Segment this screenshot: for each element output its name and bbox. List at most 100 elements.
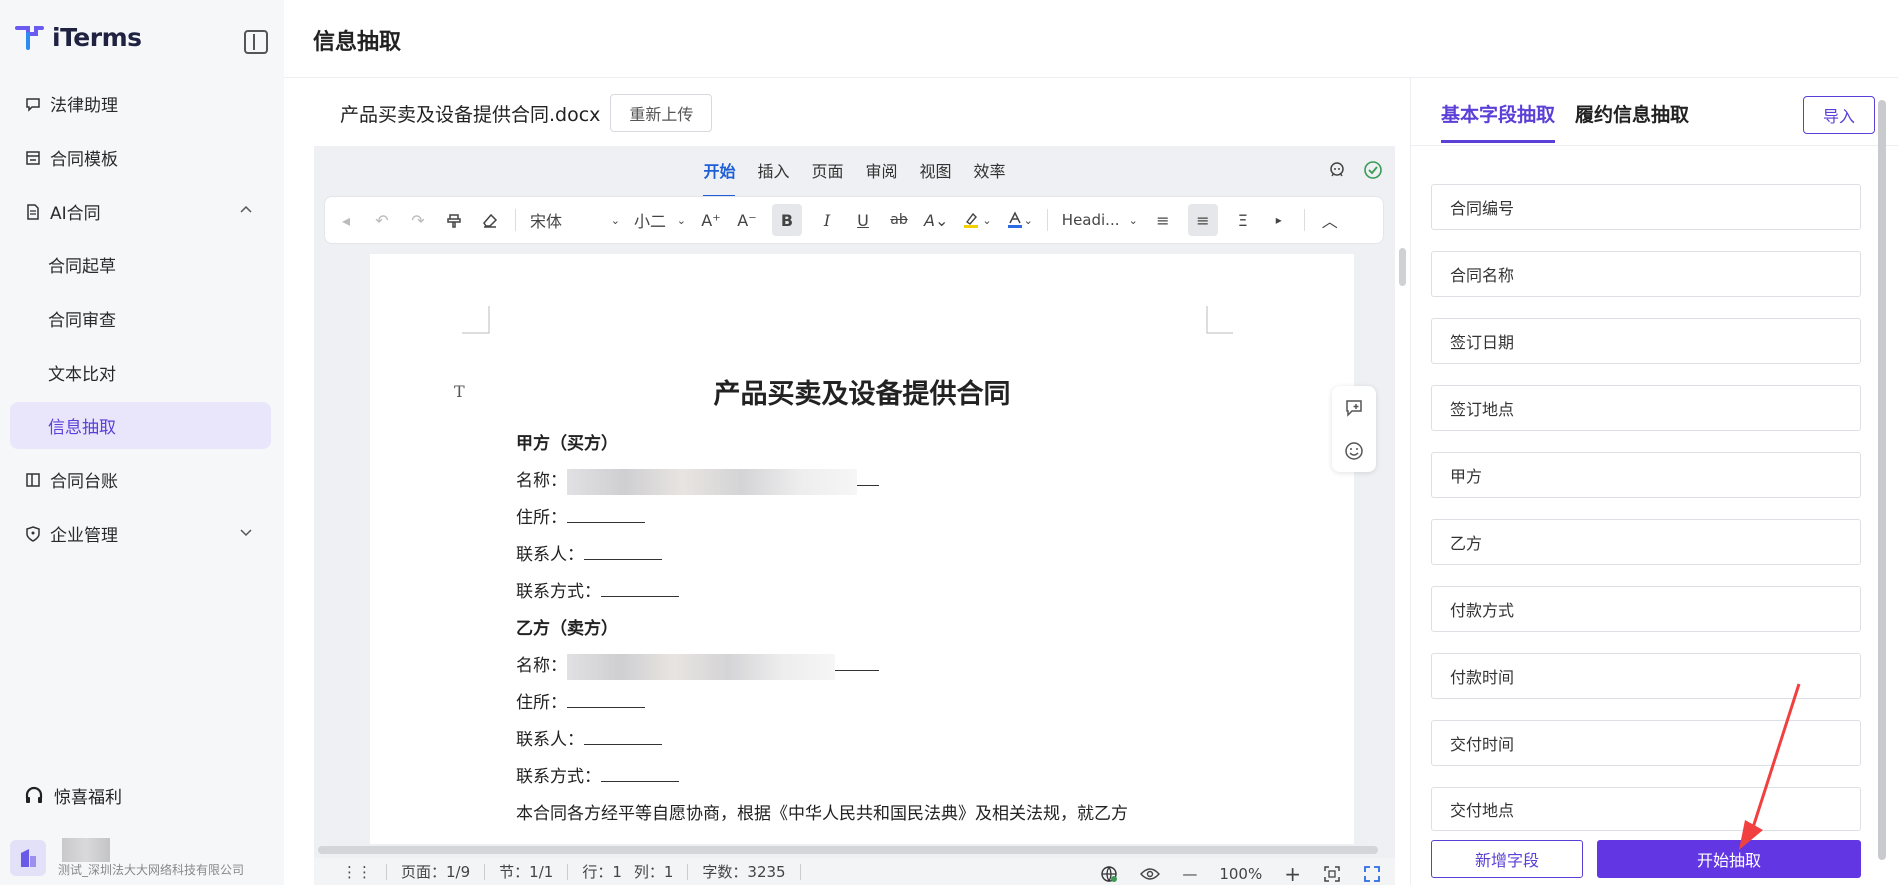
tab-view[interactable]: 视图 (920, 158, 952, 188)
field-party-b[interactable]: 乙方 (1431, 519, 1861, 565)
strikethrough-icon[interactable]: ab (888, 204, 910, 236)
field-payment-method[interactable]: 付款方式 (1431, 586, 1861, 632)
file-bar: 产品买卖及设备提供合同.docx 重新上传 (340, 94, 713, 132)
language-globe-icon[interactable] (1100, 865, 1118, 883)
undo-icon[interactable]: ↶ (371, 204, 393, 236)
toolbar-prev-icon[interactable]: ◂ (335, 204, 357, 236)
font-color-icon[interactable]: ⌄ (1006, 204, 1033, 236)
avatar[interactable] (10, 840, 46, 876)
font-size-select[interactable]: 小二 ⌄ (634, 204, 686, 236)
redo-icon[interactable]: ↷ (407, 204, 429, 236)
font-shrink-icon[interactable]: A⁻ (736, 204, 758, 236)
status-words: 字数：3235 (688, 863, 801, 880)
eye-icon[interactable] (1140, 867, 1161, 881)
tab-insert[interactable]: 插入 (757, 158, 789, 188)
party-b-heading: 乙方（卖方） (516, 619, 618, 639)
collapse-toolbar-icon[interactable]: ︿ (1319, 204, 1341, 236)
emoji-icon[interactable] (1344, 441, 1364, 461)
fit-page-icon[interactable] (1323, 865, 1341, 883)
sidebar-item-templates[interactable]: 合同模板 (10, 134, 271, 181)
blank-line (857, 472, 879, 486)
fullscreen-icon[interactable] (1363, 865, 1381, 883)
sidebar-item-ledger[interactable]: 合同台账 (10, 456, 271, 503)
status-page: 页面：1/9 (387, 863, 486, 880)
field-party-a[interactable]: 甲方 (1431, 452, 1861, 498)
tab-basic-fields[interactable]: 基本字段抽取 (1441, 100, 1556, 143)
page-title: 信息抽取 (313, 30, 402, 55)
align-center-icon[interactable]: ≡ (1187, 204, 1218, 236)
tab-performance-info[interactable]: 履约信息抽取 (1575, 100, 1689, 127)
status-row: 行：1 (582, 862, 622, 881)
add-field-button[interactable]: 新增字段 (1431, 840, 1583, 878)
sidebar-item-review[interactable]: 合同审查 (10, 295, 271, 342)
reupload-button[interactable]: 重新上传 (610, 94, 713, 132)
app-name: iTerms (52, 22, 142, 52)
template-icon (24, 149, 42, 167)
toolbar-more-icon[interactable]: ▸ (1268, 204, 1290, 236)
building-icon (21, 849, 36, 867)
chevron-down-icon (239, 524, 253, 544)
sidebar-item-legal-assistant[interactable]: 法律助理 (10, 80, 271, 127)
document-icon (24, 203, 42, 221)
start-extraction-button[interactable]: 开始抽取 (1597, 840, 1861, 878)
field-contract-number[interactable]: 合同编号 (1431, 184, 1861, 230)
field-signing-place[interactable]: 签订地点 (1431, 385, 1861, 431)
tab-efficiency[interactable]: 效率 (974, 158, 1006, 188)
eraser-icon[interactable] (479, 204, 501, 236)
sidebar-collapse-icon[interactable] (244, 30, 268, 54)
document-editor: 开始 插入 页面 审阅 视图 效率 ◂ ↶ ↷ 宋体 ⌄ 小二 ⌄ A⁺ A⁻ B … (314, 146, 1406, 885)
tab-start[interactable]: 开始 (703, 158, 736, 198)
chevron-down-icon: ⌄ (610, 213, 620, 227)
sidebar-item-ai-contract[interactable]: AI合同 (10, 188, 271, 235)
party-a-name-line: 名称： (516, 466, 879, 495)
underline-icon[interactable]: U (852, 204, 874, 236)
panel-divider (1411, 145, 1898, 146)
field-signing-date[interactable]: 签订日期 (1431, 318, 1861, 364)
text-effect-icon[interactable]: A⌄ (924, 204, 948, 236)
party-b-contact-way-label: 联系方式： (516, 767, 601, 787)
italic-icon[interactable]: I (816, 204, 838, 236)
add-comment-icon[interactable] (1344, 398, 1364, 418)
party-b-contact-label: 联系人： (516, 730, 584, 750)
sidebar-item-compare[interactable]: 文本比对 (10, 349, 271, 396)
zoom-level[interactable]: 100% (1219, 865, 1262, 883)
chevron-down-icon: ⌄ (1128, 213, 1138, 227)
highlight-icon[interactable]: ⌄ (962, 204, 992, 236)
margin-corner-mark (1206, 306, 1233, 334)
gift-link[interactable]: 惊喜福利 (24, 783, 122, 808)
assistant-icon[interactable] (1327, 160, 1347, 180)
editor-horizontal-scrollbar[interactable] (318, 846, 1378, 854)
party-b-contact-line: 联系人： (516, 725, 662, 750)
party-b-address-label: 住所： (516, 693, 567, 713)
heading-style-select[interactable]: Headi... ⌄ (1062, 204, 1138, 236)
align-right-icon[interactable]: Ξ (1232, 204, 1254, 236)
font-grow-icon[interactable]: A⁺ (700, 204, 722, 236)
panel-scrollbar[interactable] (1878, 100, 1886, 860)
document-page[interactable]: 产品买卖及设备提供合同 甲方（买方） 名称： 住所： 联系人： 联系方式： 乙方… (370, 254, 1354, 844)
editor-vertical-scrollbar[interactable] (1399, 248, 1406, 286)
zoom-out-icon[interactable]: — (1182, 865, 1197, 883)
sidebar-item-label: AI合同 (50, 204, 101, 224)
ledger-icon (24, 471, 42, 489)
party-a-address-line: 住所： (516, 503, 645, 528)
font-family-select[interactable]: 宋体 ⌄ (530, 204, 620, 236)
format-painter-icon[interactable] (443, 204, 465, 236)
sidebar-item-extraction[interactable]: 信息抽取 (10, 402, 271, 449)
heading-style-value: Headi... (1061, 211, 1120, 229)
import-button[interactable]: 导入 (1803, 96, 1875, 134)
party-a-contact-way-line: 联系方式： (516, 577, 679, 602)
tab-page[interactable]: 页面 (811, 158, 843, 188)
zoom-in-icon[interactable]: + (1284, 862, 1301, 885)
sidebar-item-label: 合同模板 (50, 150, 118, 170)
align-left-icon[interactable]: ≡ (1152, 204, 1174, 236)
party-a-name-label: 名称： (516, 471, 567, 491)
sidebar-item-enterprise[interactable]: 企业管理 (10, 510, 271, 557)
outline-icon[interactable]: ⋮⋮ (328, 863, 387, 880)
cloud-saved-icon[interactable] (1363, 160, 1383, 180)
document-title: 产品买卖及设备提供合同 (713, 379, 1011, 410)
shield-icon (24, 525, 42, 543)
tab-review[interactable]: 审阅 (866, 158, 898, 188)
bold-icon[interactable]: B (772, 204, 802, 236)
sidebar-item-draft[interactable]: 合同起草 (10, 241, 271, 288)
field-contract-name[interactable]: 合同名称 (1431, 251, 1861, 297)
